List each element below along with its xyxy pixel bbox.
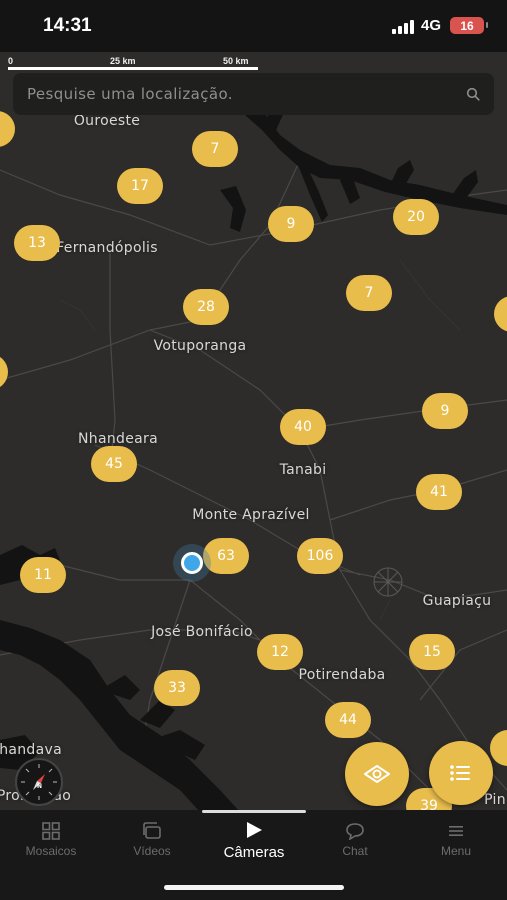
status-bar: 14:31 4G 16 xyxy=(0,0,507,52)
camera-cluster[interactable]: 17 xyxy=(117,168,163,204)
camera-cluster[interactable]: 15 xyxy=(409,634,455,670)
chat-bubble-icon xyxy=(346,823,364,840)
place-label-nhandava: nhandava xyxy=(0,742,62,758)
scale-bar-line xyxy=(8,67,258,70)
tab-label: Menu xyxy=(440,844,472,858)
tab-label: Chat xyxy=(342,844,368,858)
place-label-nhandeara: Nhandeara xyxy=(78,431,158,447)
map-scale-bar: 0 25 km 50 km xyxy=(0,56,290,70)
grid-icon xyxy=(42,822,60,840)
camera-cluster[interactable]: 9 xyxy=(268,206,314,242)
place-label-fernandopolis: Fernandópolis xyxy=(56,240,158,256)
video-stack-icon xyxy=(143,822,161,839)
camera-cluster[interactable]: 45 xyxy=(91,446,137,482)
battery-icon: 16 xyxy=(450,17,488,34)
place-label-potirendaba: Potirendaba xyxy=(298,667,386,683)
recenter-location-button[interactable] xyxy=(345,742,409,806)
status-time: 14:31 xyxy=(43,15,92,36)
camera-cluster[interactable]: 20 xyxy=(393,199,439,235)
scale-label-0: 0 xyxy=(8,56,14,66)
place-label-pin: Pin xyxy=(484,792,506,808)
list-icon xyxy=(450,765,470,781)
cellular-signal-icon xyxy=(392,20,414,34)
place-label-ouroeste: Ouroeste xyxy=(73,113,141,129)
play-icon xyxy=(247,822,262,838)
place-label-jose-bonifacio: José Bonifácio xyxy=(151,624,253,640)
search-input[interactable] xyxy=(27,85,466,103)
tab-cameras[interactable]: Câmeras xyxy=(204,820,304,861)
place-label-votuporanga: Votuporanga xyxy=(153,338,247,354)
search-bar[interactable] xyxy=(13,73,494,115)
camera-cluster[interactable]: 106 xyxy=(297,538,343,574)
camera-cluster[interactable]: 13 xyxy=(14,225,60,261)
camera-cluster[interactable]: 44 xyxy=(325,702,371,738)
compass-button[interactable]: N xyxy=(15,758,63,806)
list-view-button[interactable] xyxy=(429,741,493,805)
camera-cluster[interactable]: 11 xyxy=(20,557,66,593)
tab-label: Mosaicos xyxy=(25,844,77,858)
target-location-icon xyxy=(364,765,390,783)
battery-level: 16 xyxy=(460,18,474,33)
hamburger-icon xyxy=(449,826,463,836)
tab-label: Câmeras xyxy=(223,844,285,861)
tab-label: Vídeos xyxy=(133,844,171,858)
user-location-marker xyxy=(173,544,211,582)
scale-label-50km: 50 km xyxy=(223,56,249,66)
svg-text:N: N xyxy=(37,783,42,790)
tab-mosaicos[interactable]: Mosaicos xyxy=(1,822,101,858)
camera-cluster[interactable]: 33 xyxy=(154,670,200,706)
active-tab-indicator xyxy=(202,810,306,813)
camera-cluster[interactable]: 7 xyxy=(192,131,238,167)
camera-cluster[interactable]: 7 xyxy=(346,275,392,311)
camera-cluster[interactable]: 9 xyxy=(422,393,468,429)
camera-cluster[interactable]: 40 xyxy=(280,409,326,445)
home-indicator xyxy=(164,885,344,890)
scale-label-25km: 25 km xyxy=(110,56,136,66)
camera-cluster[interactable]: 41 xyxy=(416,474,462,510)
compass-icon: N xyxy=(21,764,57,800)
tab-chat[interactable]: Chat xyxy=(305,822,405,858)
tab-menu[interactable]: Menu xyxy=(406,822,506,858)
camera-cluster[interactable]: 12 xyxy=(257,634,303,670)
place-label-monte-aprazivel: Monte Aprazível xyxy=(192,507,310,523)
search-icon[interactable] xyxy=(466,87,480,101)
place-label-guapiacu: Guapiaçu xyxy=(422,593,492,609)
tab-videos[interactable]: Vídeos xyxy=(102,822,202,858)
place-label-tanabi: Tanabi xyxy=(279,462,327,478)
camera-cluster[interactable]: 28 xyxy=(183,289,229,325)
network-type: 4G xyxy=(421,17,442,34)
